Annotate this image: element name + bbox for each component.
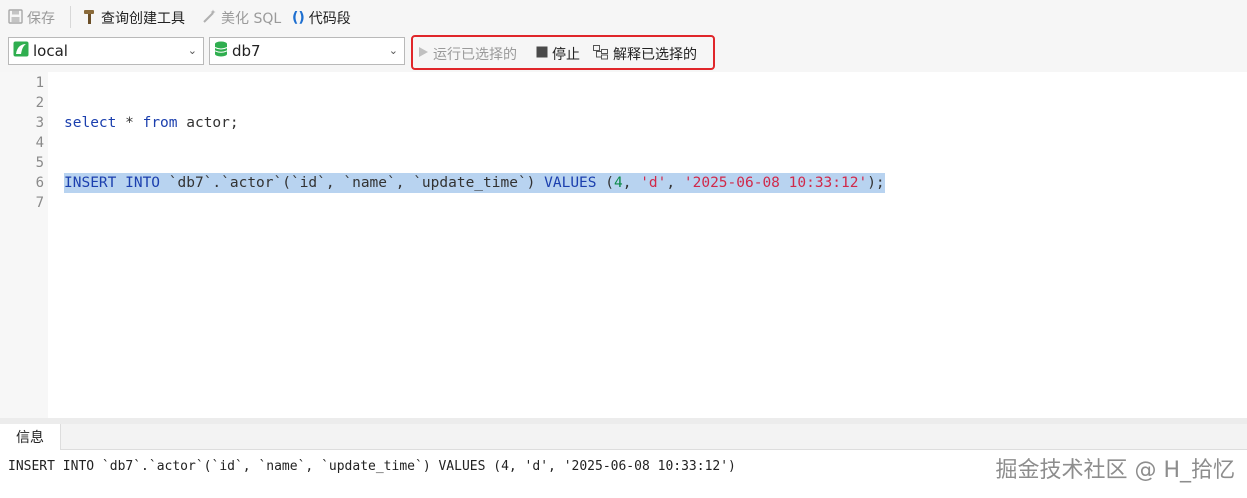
- explain-selected-button[interactable]: 解释已选择的: [593, 44, 697, 64]
- line-number: 4: [35, 135, 44, 151]
- line-number: 3: [35, 115, 44, 131]
- code-line-3: select * from actor;: [64, 113, 239, 133]
- watermark: 掘金技术社区 @ H_拾忆: [995, 458, 1235, 483]
- beautify-sql-label: 美化 SQL: [221, 11, 282, 27]
- magic-wand-icon: [202, 9, 217, 28]
- stop-button[interactable]: 停止: [536, 44, 580, 64]
- info-message: INSERT INTO `db7`.`actor`(`id`, `name`, …: [8, 459, 736, 474]
- explain-selected-label: 解释已选择的: [613, 47, 697, 63]
- connection-toolbar: local ⌄ db7 ⌄ 运行已选择的 停止 解释已选择的: [0, 34, 1247, 72]
- query-builder-label: 查询创建工具: [101, 11, 185, 27]
- save-label: 保存: [27, 11, 55, 27]
- chevron-down-icon: ⌄: [388, 44, 398, 57]
- beautify-sql-button[interactable]: 美化 SQL: [202, 8, 281, 28]
- save-icon: [8, 8, 23, 28]
- line-number: 7: [35, 195, 44, 211]
- sql-keyword: VALUES: [544, 175, 597, 191]
- line-number-gutter: 1 2 3 4 5 6 7: [0, 72, 48, 418]
- sql-number: 4: [614, 175, 623, 191]
- code-text: actor;: [177, 115, 239, 131]
- database-icon: [214, 41, 228, 61]
- code-text: *: [116, 115, 143, 131]
- run-selected-button[interactable]: 运行已选择的: [418, 44, 517, 64]
- sql-keyword: from: [142, 115, 178, 131]
- play-icon: [418, 46, 429, 62]
- connection-value: local: [33, 42, 68, 60]
- result-panel-tabs: 信息: [0, 424, 1247, 450]
- connection-select[interactable]: local ⌄: [8, 37, 204, 65]
- hammer-icon: [82, 9, 97, 28]
- line-number: 1: [35, 75, 44, 91]
- stop-icon: [536, 46, 548, 62]
- line-number: 6: [35, 175, 44, 191]
- tab-info-label: 信息: [16, 430, 44, 446]
- code-text: ,: [666, 175, 684, 191]
- snippet-button[interactable]: () 代码段: [292, 8, 351, 28]
- connection-icon: [13, 41, 29, 61]
- chevron-down-icon: ⌄: [187, 44, 197, 57]
- tab-info[interactable]: 信息: [0, 424, 61, 450]
- toolbar-divider: [70, 6, 71, 28]
- explain-icon: [593, 44, 609, 64]
- database-value: db7: [232, 42, 261, 60]
- save-button[interactable]: 保存: [8, 8, 55, 28]
- code-line-6-selected: INSERT INTO `db7`.`actor`(`id`, `name`, …: [64, 173, 885, 193]
- code-text: );: [867, 175, 885, 191]
- stop-label: 停止: [552, 47, 580, 63]
- sql-string: '2025-06-08 10:33:12': [683, 175, 868, 191]
- sql-string: 'd': [640, 175, 667, 191]
- braces-icon: (): [292, 10, 305, 26]
- snippet-label: 代码段: [308, 11, 351, 27]
- main-toolbar: 保存 查询创建工具 美化 SQL () 代码段: [0, 0, 1247, 34]
- sql-keyword: INSERT INTO: [64, 175, 161, 191]
- sql-keyword: select: [64, 115, 117, 131]
- code-text: ,: [622, 175, 641, 191]
- database-select[interactable]: db7 ⌄: [209, 37, 405, 65]
- code-text: (: [596, 175, 614, 191]
- line-number: 2: [35, 95, 44, 111]
- query-builder-button[interactable]: 查询创建工具: [82, 8, 185, 28]
- run-selected-label: 运行已选择的: [433, 47, 517, 63]
- line-number: 5: [35, 155, 44, 171]
- code-text: `db7`.`actor`(`id`, `name`, `update_time…: [160, 175, 545, 191]
- sql-editor[interactable]: 1 2 3 4 5 6 7 select * from actor; INSER…: [0, 72, 1247, 418]
